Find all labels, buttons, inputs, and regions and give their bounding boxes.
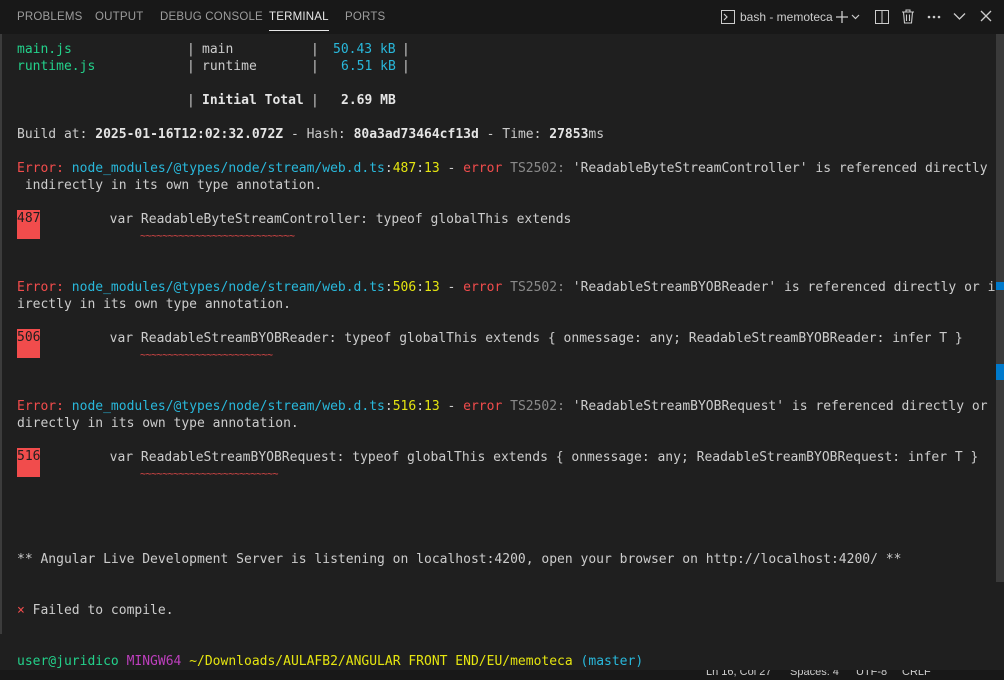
- dev-server-message: ** Angular Live Development Server is li…: [17, 552, 902, 567]
- tab-ports[interactable]: PORTS: [345, 11, 385, 23]
- scrollbar-thumb[interactable]: [996, 34, 1004, 582]
- fail-icon: ×: [17, 603, 25, 618]
- error-line-number: 487: [17, 210, 40, 239]
- compile-status: × Failed to compile.: [17, 603, 174, 618]
- error-line-number: 516: [17, 448, 40, 477]
- error-message-cont: directly in its own type annotation.: [17, 416, 299, 431]
- more-actions-icon[interactable]: [927, 15, 941, 19]
- file-row: main.js | main | 50.43 kB |: [17, 42, 410, 57]
- error-code-line: var ReadableStreamBYOBReader: typeof glo…: [47, 331, 963, 346]
- scrollbar-marker: [996, 372, 1004, 380]
- cursor-position[interactable]: Ln 16, Col 27: [706, 670, 771, 678]
- error-message-cont: indirectly in its own type annotation.: [17, 178, 323, 193]
- scrollbar-marker: [996, 364, 1004, 372]
- error-message: Error: node_modules/@types/node/stream/w…: [17, 399, 1004, 414]
- tab-problems[interactable]: PROBLEMS: [17, 11, 83, 23]
- split-terminal-icon[interactable]: [875, 10, 889, 24]
- error-line-number: 506: [17, 329, 40, 358]
- panel-tab-bar: PROBLEMS OUTPUT DEBUG CONSOLE TERMINAL P…: [0, 0, 1004, 34]
- file-row: runtime.js | runtime | 6.51 kB |: [17, 59, 410, 74]
- trash-icon[interactable]: [901, 9, 915, 24]
- error-squiggle: ~~~~~~~~~~~~~~~~~~~~~~~~~: [140, 469, 279, 480]
- status-bar: Ln 16, Col 27 Spaces: 4 UTF-8 CRLF: [0, 670, 1004, 680]
- terminal-session-name[interactable]: bash - memoteca: [740, 10, 833, 24]
- scrollbar-marker: [996, 282, 1004, 290]
- encoding[interactable]: UTF-8: [856, 670, 887, 678]
- maximize-panel-chevron-icon[interactable]: [953, 12, 966, 21]
- error-code-line: var ReadableByteStreamController: typeof…: [47, 212, 572, 227]
- tab-debug-console[interactable]: DEBUG CONSOLE: [160, 11, 263, 23]
- terminal-scrollbar[interactable]: [996, 34, 1004, 680]
- error-message-cont: irectly in its own type annotation.: [17, 297, 291, 312]
- indentation[interactable]: Spaces: 4: [790, 670, 839, 678]
- error-message: Error: node_modules/@types/node/stream/w…: [17, 280, 1004, 295]
- add-terminal-icon[interactable]: [835, 10, 849, 24]
- line-ending[interactable]: CRLF: [902, 670, 931, 678]
- terminal-icon[interactable]: [721, 10, 735, 24]
- error-code-line: var ReadableStreamBYOBRequest: typeof gl…: [47, 450, 979, 465]
- build-info: Build at: 2025-01-16T12:02:32.072Z - Has…: [17, 127, 605, 142]
- close-panel-icon[interactable]: [980, 10, 992, 22]
- chevron-down-icon[interactable]: [851, 14, 860, 20]
- error-squiggle: ~~~~~~~~~~~~~~~~~~~~~~~~~~~~: [140, 231, 295, 242]
- shell-prompt: user@juridico MINGW64 ~/Downloads/AULAFB…: [17, 654, 644, 669]
- tab-output[interactable]: OUTPUT: [95, 11, 143, 23]
- error-message: Error: node_modules/@types/node/stream/w…: [17, 161, 1004, 176]
- terminal-output[interactable]: main.js | main | 50.43 kB | runtime.js | runtim…: [0, 34, 1004, 680]
- tab-terminal[interactable]: TERMINAL: [269, 11, 329, 31]
- error-squiggle: ~~~~~~~~~~~~~~~~~~~~~~~~: [140, 350, 273, 361]
